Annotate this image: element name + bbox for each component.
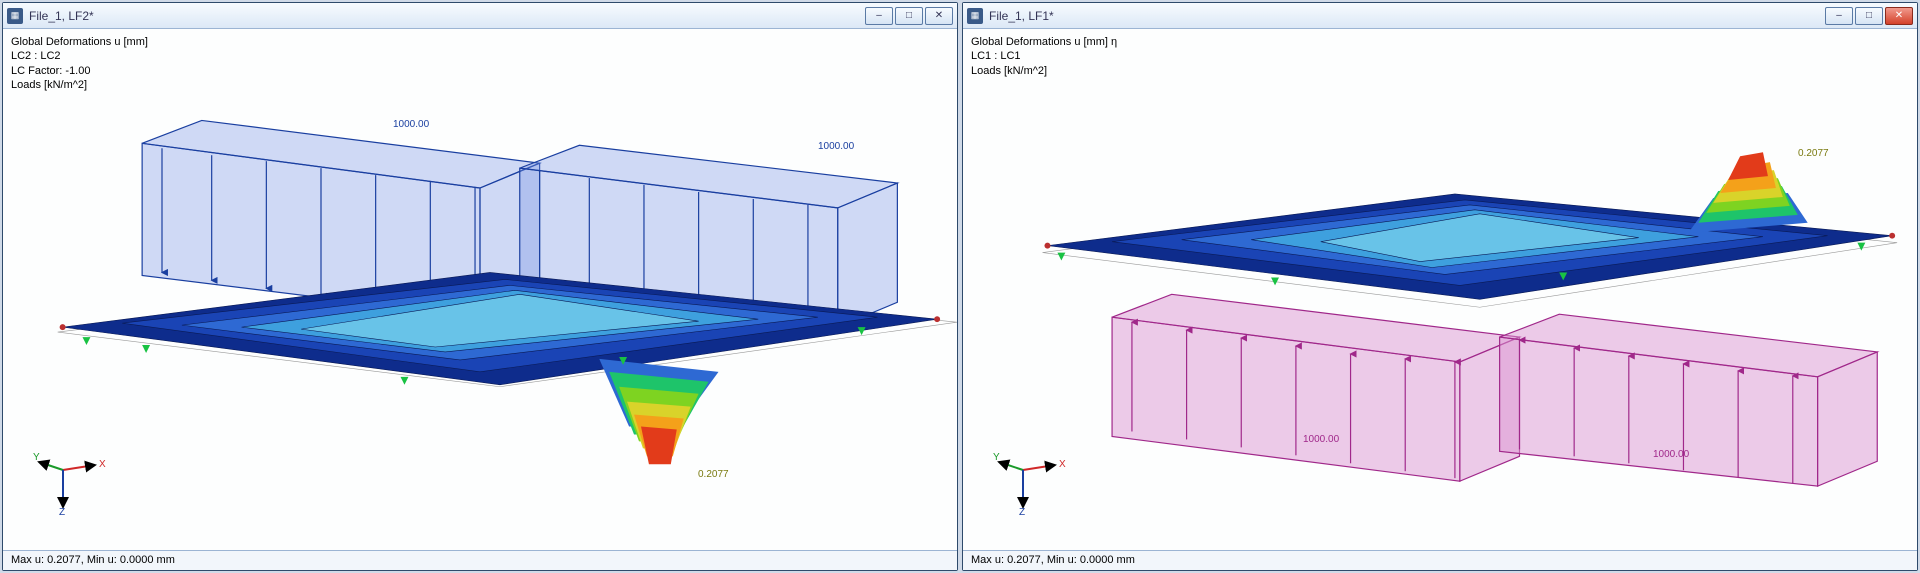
axis-z-label: Z (59, 507, 65, 515)
titlebar[interactable]: ▦ File_1, LF2* – □ ✕ (3, 3, 957, 29)
overlay-info: Global Deformations u [mm] LC2 : LC2 LC … (11, 35, 148, 92)
load-label-1: 1000.00 (1303, 434, 1339, 445)
overlay-line2: LC2 : LC2 (11, 49, 148, 63)
close-button[interactable]: ✕ (925, 7, 953, 25)
axis-indicator-icon: X Y Z (33, 435, 113, 515)
window-buttons: – □ ✕ (1823, 7, 1913, 25)
window-buttons: – □ ✕ (863, 7, 953, 25)
right-pane: ▦ File_1, LF1* – □ ✕ Global Deformations… (962, 2, 1918, 571)
window-title: File_1, LF1* (989, 9, 1823, 23)
minimize-button[interactable]: – (865, 7, 893, 25)
axis-x-label: X (99, 459, 106, 470)
peak-label: 0.2077 (698, 469, 729, 480)
axis-y-label: Y (33, 452, 40, 463)
scene-svg (3, 29, 957, 546)
load-label-1: 1000.00 (393, 119, 429, 130)
viewport[interactable]: Global Deformations u [mm] η LC1 : LC1 L… (963, 29, 1917, 550)
titlebar[interactable]: ▦ File_1, LF1* – □ ✕ (963, 3, 1917, 29)
left-pane: ▦ File_1, LF2* – □ ✕ Global Deformations… (2, 2, 958, 571)
statusbar: Max u: 0.2077, Min u: 0.0000 mm (3, 550, 957, 570)
overlay-line4: Loads [kN/m^2] (11, 78, 148, 92)
scene-svg (963, 29, 1917, 546)
overlay-line3: Loads [kN/m^2] (971, 64, 1117, 78)
axis-z-label: Z (1019, 507, 1025, 515)
overlay-line1: Global Deformations u [mm] (11, 35, 148, 49)
axis-indicator-icon: X Y Z (993, 435, 1073, 515)
load-label-2: 1000.00 (818, 141, 854, 152)
app-icon: ▦ (967, 8, 983, 24)
peak-label: 0.2077 (1798, 148, 1829, 159)
viewport[interactable]: Global Deformations u [mm] LC2 : LC2 LC … (3, 29, 957, 550)
overlay-line2: LC1 : LC1 (971, 49, 1117, 63)
maximize-button[interactable]: □ (1855, 7, 1883, 25)
axis-x-label: X (1059, 459, 1066, 470)
minimize-button[interactable]: – (1825, 7, 1853, 25)
overlay-line3: LC Factor: -1.00 (11, 64, 148, 78)
maximize-button[interactable]: □ (895, 7, 923, 25)
app-icon: ▦ (7, 8, 23, 24)
close-button[interactable]: ✕ (1885, 7, 1913, 25)
statusbar: Max u: 0.2077, Min u: 0.0000 mm (963, 550, 1917, 570)
overlay-info: Global Deformations u [mm] η LC1 : LC1 L… (971, 35, 1117, 78)
axis-y-label: Y (993, 452, 1000, 463)
load-label-2: 1000.00 (1653, 449, 1689, 460)
window-title: File_1, LF2* (29, 9, 863, 23)
overlay-line1: Global Deformations u [mm] η (971, 35, 1117, 49)
